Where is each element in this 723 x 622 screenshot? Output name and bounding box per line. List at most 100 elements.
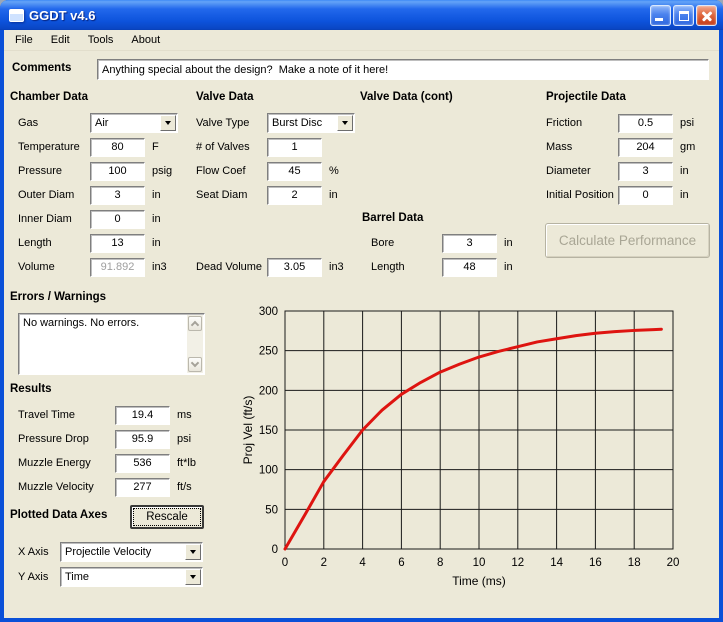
seat-diam-label: Seat Diam [196,189,267,201]
menu-about[interactable]: About [122,31,169,49]
outer-diam-row: Outer Diam in [18,183,178,207]
chamber-length-row: Length in [18,231,178,255]
pressure-drop-field[interactable] [115,430,170,449]
temperature-field[interactable] [90,138,145,157]
menu-edit[interactable]: Edit [42,31,79,49]
pressure-label: Pressure [18,165,90,177]
travel-time-label: Travel Time [18,409,115,421]
travel-time-field[interactable] [115,406,170,425]
svg-text:250: 250 [259,346,278,358]
muzzle-velocity-label: Muzzle Velocity [18,481,115,493]
svg-text:12: 12 [511,557,524,569]
comments-label: Comments [12,62,71,74]
chamber-length-unit: in [152,237,161,249]
comments-input[interactable] [97,59,709,80]
volume-unit: in3 [152,261,167,273]
chevron-down-icon [191,359,199,367]
muzzle-energy-field[interactable] [115,454,170,473]
svg-text:300: 300 [259,306,278,318]
chevron-down-icon[interactable] [337,115,353,131]
app-icon [9,9,24,22]
menu-tools[interactable]: Tools [79,31,123,49]
inner-diam-label: Inner Diam [18,213,90,225]
errors-scrollbar[interactable] [187,315,203,373]
maximize-button[interactable] [673,5,694,26]
flow-coef-row: Flow Coef % [196,159,355,183]
chamber-length-label: Length [18,237,90,249]
svg-text:6: 6 [398,557,404,569]
svg-text:18: 18 [628,557,641,569]
mass-field[interactable] [618,138,673,157]
barrel-length-field[interactable] [442,258,497,277]
muzzle-velocity-row: Muzzle Velocity ft/s [18,475,196,499]
diameter-field[interactable] [618,162,673,181]
num-valves-row: # of Valves [196,135,355,159]
chevron-down-icon[interactable] [185,544,201,560]
chevron-up-icon [191,321,199,329]
muzzle-velocity-field[interactable] [115,478,170,497]
inner-diam-row: Inner Diam in [18,207,178,231]
pressure-drop-unit: psi [177,433,191,445]
inner-diam-field[interactable] [90,210,145,229]
barrel-data-header: Barrel Data [362,212,423,224]
scroll-down-button[interactable] [188,357,202,372]
pressure-row: Pressure psig [18,159,178,183]
volume-label: Volume [18,261,90,273]
volume-field [90,258,145,277]
app-window: GGDT v4.6 File Edit Tools About Comments… [0,0,723,622]
results-section: Travel Time ms Pressure Drop psi Muzzle … [18,403,196,499]
svg-text:4: 4 [359,557,366,569]
mass-row: Mass gm [546,135,695,159]
rescale-button[interactable]: Rescale [130,505,204,529]
y-axis-select[interactable]: Time [60,567,203,587]
svg-text:150: 150 [259,425,278,437]
diameter-label: Diameter [546,165,618,177]
svg-text:10: 10 [473,557,486,569]
temperature-row: Temperature F [18,135,178,159]
x-axis-row: X Axis Projectile Velocity [18,539,203,564]
svg-text:14: 14 [550,557,563,569]
x-axis-select[interactable]: Projectile Velocity [60,542,203,562]
pressure-unit: psig [152,165,172,177]
initial-position-field[interactable] [618,186,673,205]
gas-select[interactable]: Air [90,113,178,133]
menu-file[interactable]: File [6,31,42,49]
chamber-length-field[interactable] [90,234,145,253]
num-valves-label: # of Valves [196,141,267,153]
barrel-length-row: Length in [371,255,513,279]
pressure-drop-row: Pressure Drop psi [18,427,196,451]
svg-text:16: 16 [589,557,602,569]
temperature-label: Temperature [18,141,90,153]
close-button[interactable] [696,5,717,26]
svg-text:8: 8 [437,557,443,569]
seat-diam-field[interactable] [267,186,322,205]
minimize-button[interactable] [650,5,671,26]
flow-coef-field[interactable] [267,162,322,181]
calculate-performance-button[interactable]: Calculate Performance [545,223,710,258]
valve-type-label: Valve Type [196,117,267,129]
chevron-down-icon[interactable] [160,115,176,131]
travel-time-row: Travel Time ms [18,403,196,427]
valve-type-row: Valve Type Burst Disc [196,111,355,135]
dead-volume-field[interactable] [267,258,322,277]
mass-label: Mass [546,141,618,153]
num-valves-field[interactable] [267,138,322,157]
svg-text:200: 200 [259,385,278,397]
initial-position-unit: in [680,189,689,201]
chevron-down-icon[interactable] [185,569,201,585]
bore-field[interactable] [442,234,497,253]
errors-box: No warnings. No errors. [18,313,205,375]
flow-coef-label: Flow Coef [196,165,267,177]
valve-type-select[interactable]: Burst Disc [267,113,355,133]
friction-field[interactable] [618,114,673,133]
bore-row: Bore in [371,231,513,255]
outer-diam-field[interactable] [90,186,145,205]
scroll-up-button[interactable] [188,316,202,331]
barrel-length-unit: in [504,261,513,273]
errors-warnings-header: Errors / Warnings [10,291,106,303]
valve-data-header: Valve Data [196,91,254,103]
valve-data-cont-header: Valve Data (cont) [360,91,453,103]
valve-data-section: Valve Type Burst Disc # of Valves Flow C… [196,111,355,279]
pressure-field[interactable] [90,162,145,181]
mass-unit: gm [680,141,695,153]
